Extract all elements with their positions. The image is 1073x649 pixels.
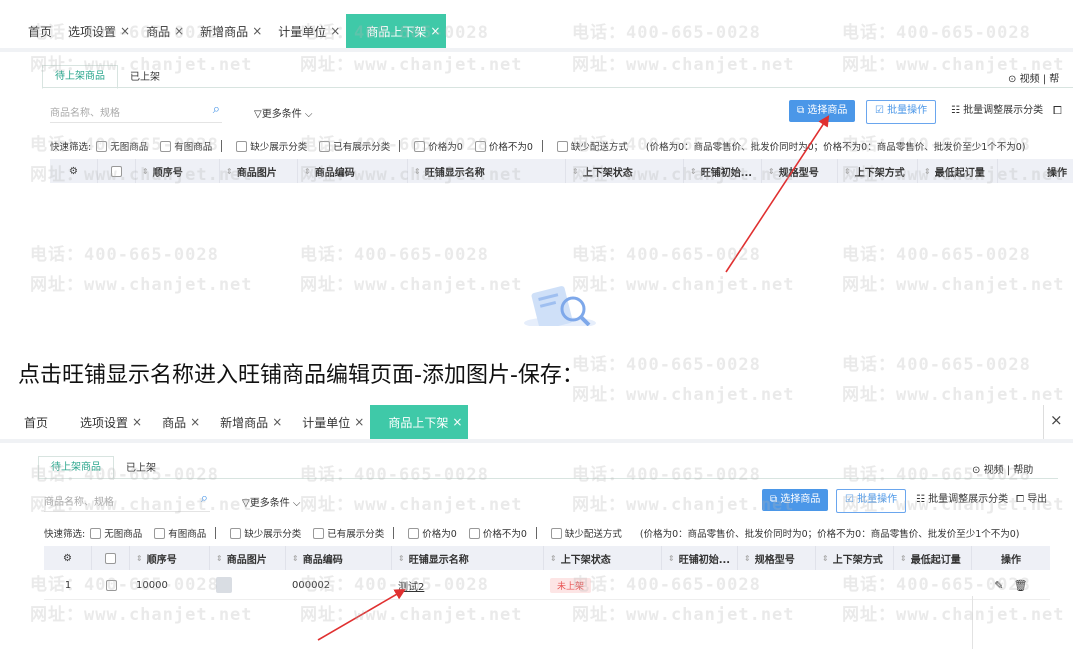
annotation-arrows	[317, 115, 830, 641]
arrow-to-select-goods	[725, 115, 830, 273]
arrow-to-shop-name	[317, 588, 406, 641]
